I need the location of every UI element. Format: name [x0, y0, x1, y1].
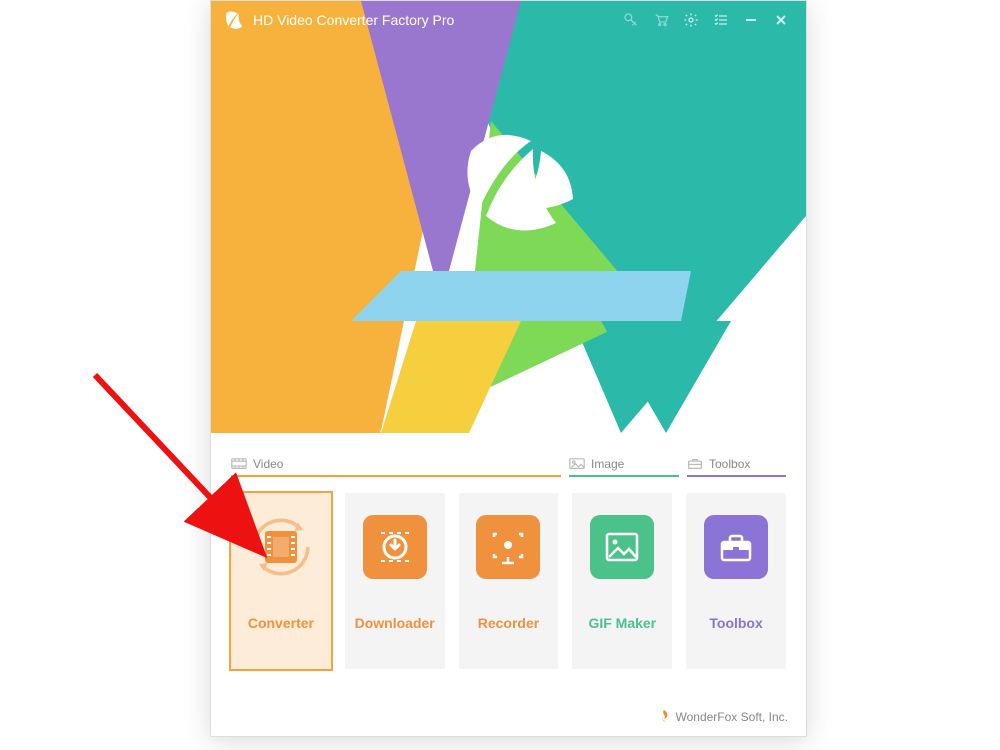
tile-downloader[interactable]: Downloader	[345, 493, 445, 669]
app-logo-icon	[223, 9, 245, 31]
converter-icon	[249, 515, 313, 579]
footer: WonderFox Soft, Inc.	[658, 710, 789, 724]
recorder-icon	[476, 515, 540, 579]
category-video-label: Video	[253, 457, 283, 471]
app-window: HD Video Converter Factory Pro	[210, 0, 807, 737]
category-video: Video	[231, 453, 561, 477]
tile-toolbox[interactable]: Toolbox	[686, 493, 786, 669]
category-toolbox: Toolbox	[687, 453, 786, 477]
tile-recorder[interactable]: Recorder	[459, 493, 559, 669]
tile-row: Converter Downloader	[231, 493, 786, 669]
video-category-icon	[231, 458, 247, 470]
tile-converter-label: Converter	[248, 615, 314, 631]
category-row: Video Image Toolbox	[231, 453, 786, 483]
tile-gifmaker-label: GIF Maker	[588, 615, 656, 631]
title-bar: HD Video Converter Factory Pro	[211, 1, 806, 39]
license-key-icon[interactable]	[616, 5, 646, 35]
tile-downloader-label: Downloader	[355, 615, 435, 631]
footer-company: WonderFox Soft, Inc.	[676, 710, 789, 724]
wonderfox-logo-icon	[658, 710, 670, 724]
tile-toolbox-label: Toolbox	[709, 615, 762, 631]
gifmaker-icon	[590, 515, 654, 579]
category-image-label: Image	[591, 457, 624, 471]
tile-gifmaker[interactable]: GIF Maker	[572, 493, 672, 669]
close-button[interactable]	[766, 5, 796, 35]
minimize-button[interactable]	[736, 5, 766, 35]
toolbox-icon	[704, 515, 768, 579]
tile-converter[interactable]: Converter	[229, 491, 333, 671]
downloader-icon	[363, 515, 427, 579]
category-image: Image	[569, 453, 679, 477]
image-category-icon	[569, 458, 585, 470]
settings-gear-icon[interactable]	[676, 5, 706, 35]
hero-banner	[211, 1, 806, 433]
tile-recorder-label: Recorder	[478, 615, 539, 631]
toolbox-category-icon	[687, 458, 703, 470]
cart-icon[interactable]	[646, 5, 676, 35]
task-list-icon[interactable]	[706, 5, 736, 35]
app-title: HD Video Converter Factory Pro	[253, 12, 454, 28]
category-toolbox-label: Toolbox	[709, 457, 750, 471]
hero-graphics	[211, 1, 806, 433]
